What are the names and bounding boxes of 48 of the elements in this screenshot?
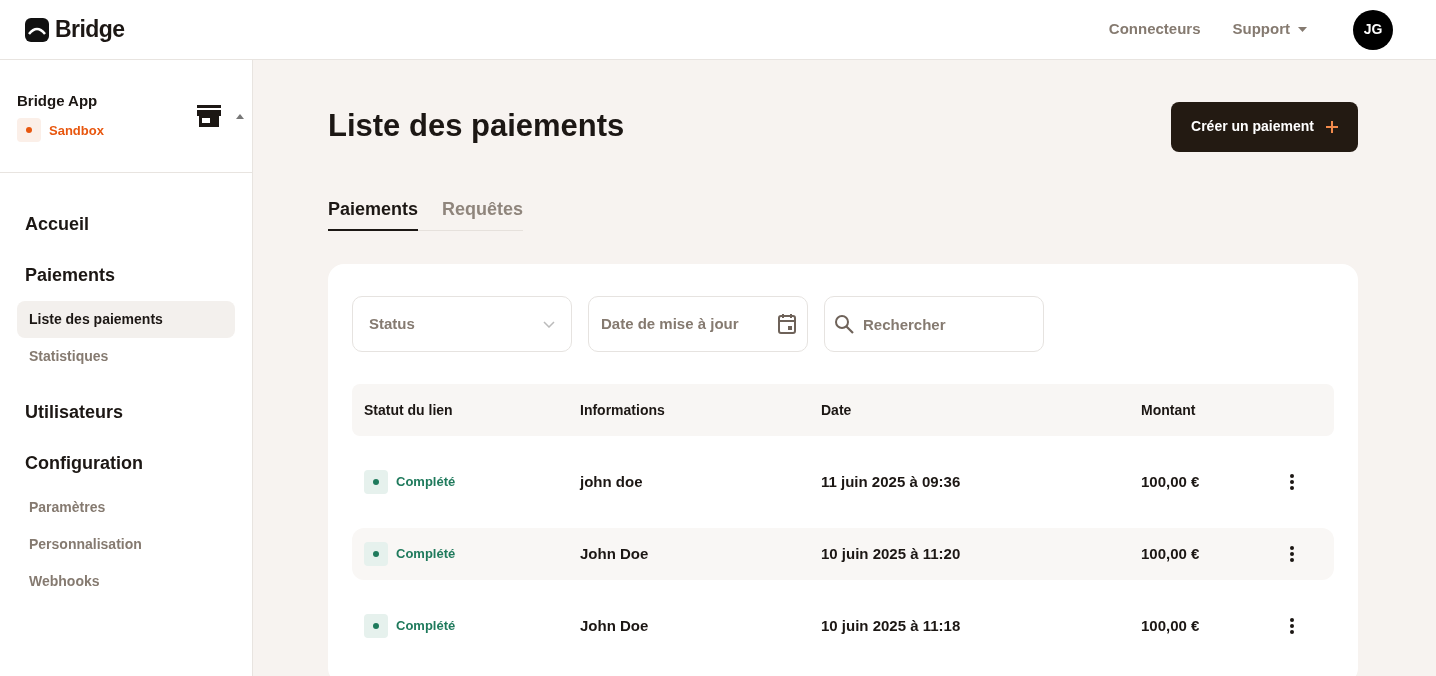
status-label: Complété (396, 617, 456, 636)
table-cell-text: 10 juin 2025 à 11:20 (821, 543, 962, 564)
more-icon[interactable] (1290, 618, 1294, 634)
date-field[interactable]: Date de mise à jour (588, 296, 808, 352)
table-cell-text: John Doe (580, 543, 650, 564)
table-cell-text: 100,00 € (1141, 543, 1201, 564)
environment-label: Sandbox (49, 121, 104, 140)
nav-item[interactable]: Personnalisation (17, 526, 235, 563)
page-title: Liste des paiements (328, 107, 625, 146)
chevron-down-icon (543, 320, 555, 328)
workspace-name: Bridge App (17, 90, 99, 111)
logo-icon (25, 17, 49, 42)
table-cell-text: 11 juin 2025 à 09:36 (821, 471, 962, 492)
column-header: Statut du lien (364, 400, 454, 420)
search-icon (834, 314, 854, 334)
status-label: Complété (396, 545, 456, 564)
nav-item[interactable]: Statistiques (17, 338, 235, 375)
table-cell-text: 10 juin 2025 à 11:18 (821, 615, 962, 636)
calendar-icon (777, 313, 797, 335)
status-select[interactable]: Status (352, 296, 572, 352)
column-header: Informations (580, 400, 666, 420)
status-label: Complété (396, 473, 456, 492)
caret-icon[interactable] (236, 113, 244, 119)
more-icon[interactable] (1290, 546, 1294, 562)
nav-item[interactable]: Webhooks (17, 563, 235, 600)
nav-section[interactable]: Paiements (17, 262, 235, 289)
table-cell-text: john doe (580, 471, 644, 492)
tab[interactable]: Requêtes (442, 189, 524, 231)
table-cell-text: 100,00 € (1141, 615, 1201, 636)
column-header: Date (821, 400, 853, 420)
nav-item[interactable]: Paramètres (17, 489, 235, 526)
store-icon (196, 104, 222, 128)
more-icon[interactable] (1290, 474, 1294, 490)
logo-text: Bridge (55, 15, 125, 45)
plus-icon (1326, 120, 1338, 133)
nav-link[interactable]: Connecteurs (1108, 18, 1201, 41)
user-avatar[interactable]: JG (1353, 9, 1393, 50)
table-cell-text: John Doe (580, 615, 650, 636)
nav-item[interactable]: Liste des paiements (17, 301, 235, 338)
nav-section[interactable]: Configuration (17, 450, 235, 477)
search-field[interactable]: Rechercher (824, 296, 1044, 352)
nav-section[interactable]: Accueil (17, 211, 235, 238)
tab[interactable]: Paiements (328, 189, 419, 231)
support-menu[interactable]: Support (1232, 18, 1307, 41)
table-cell-text: 100,00 € (1141, 471, 1201, 492)
create-payment-button[interactable]: Créer un paiement (1171, 101, 1358, 152)
column-header: Montant (1141, 400, 1197, 420)
nav-section[interactable]: Utilisateurs (17, 399, 235, 426)
